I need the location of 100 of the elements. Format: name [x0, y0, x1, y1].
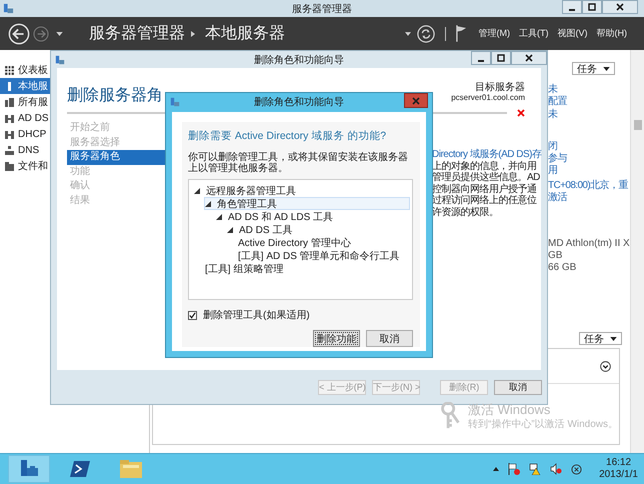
sidebar-item[interactable]: DHCP: [0, 126, 50, 142]
property-value: GB: [548, 250, 564, 262]
tasks-dropdown[interactable]: 任务: [579, 332, 622, 345]
back-icon[interactable]: [8, 22, 30, 44]
error-icon: [517, 109, 525, 117]
window-title: 删除角色和功能向导: [254, 54, 344, 66]
caret-icon: [603, 66, 610, 70]
menu-item[interactable]: 帮助(H): [596, 27, 627, 40]
minimize-button[interactable]: [562, 0, 582, 14]
menu-item[interactable]: 管理(M): [478, 27, 510, 40]
property-link[interactable]: 用: [548, 165, 630, 178]
chevron-icon: [191, 30, 195, 36]
sidebar-item[interactable]: 所有服: [0, 94, 50, 110]
property-value: MD Athlon(tm) II X: [548, 238, 630, 250]
tree-item[interactable]: Active Directory 管理中心: [237, 236, 410, 249]
folder-icon: [120, 460, 142, 478]
description-line: Directory 域服务(AD DS)存: [432, 149, 542, 160]
role-icon: [5, 114, 14, 122]
check-icon: [189, 312, 196, 318]
folder-icon: [5, 162, 14, 170]
maximize-icon: [497, 54, 505, 62]
property-link[interactable]: 参与: [548, 153, 630, 166]
flag-icon[interactable]: [456, 25, 466, 42]
tasks-dropdown[interactable]: 任务: [572, 62, 615, 75]
close-button[interactable]: [511, 51, 547, 65]
cancel-circle-icon[interactable]: [571, 464, 582, 474]
description-line: 过程访问网络上的任意位: [432, 195, 538, 206]
maximize-icon: [588, 3, 596, 11]
caret-icon[interactable]: [56, 32, 63, 36]
tree-item[interactable]: AD DS 和 AD LDS 工具: [215, 210, 410, 223]
expanded-arrow-icon[interactable]: [227, 226, 233, 232]
tree-item[interactable]: 远程服务器管理工具: [193, 184, 410, 197]
flag-icon[interactable]: [508, 463, 520, 475]
caret-icon[interactable]: [404, 32, 410, 36]
property-link[interactable]: 未: [548, 108, 630, 121]
tree-item[interactable]: [工具] 组策略管理: [204, 262, 410, 275]
expanded-arrow-icon[interactable]: [194, 188, 200, 194]
maximize-button[interactable]: [491, 51, 511, 65]
server-icon: [55, 54, 65, 64]
caret-icon: [610, 336, 617, 340]
target-server: pcserver01.cool.com: [451, 93, 525, 102]
activation-title: 激活 Windows: [468, 402, 552, 417]
time-text: 16:12: [606, 457, 632, 469]
description-line: 管理员提供这些信息。AD: [432, 172, 541, 184]
remove-tools-checkbox[interactable]: 删除管理工具(如果适用): [188, 308, 413, 322]
grid-icon: [5, 66, 14, 74]
wizard-button[interactable]: 取消: [494, 380, 542, 394]
close-icon: [412, 96, 420, 104]
dialog-description: 你可以删除管理工具，或将其保留安装在该服务器上以管理其他服务器。: [188, 152, 409, 174]
window-title: 服务器管理器: [292, 2, 352, 16]
dialog-button[interactable]: 取消: [366, 330, 413, 347]
breadcrumb-item: 本地服务器: [205, 24, 285, 44]
property-link[interactable]: 激活: [548, 192, 630, 204]
forward-icon[interactable]: [33, 26, 49, 42]
sidebar-item[interactable]: DNS: [0, 142, 50, 158]
expanded-arrow-icon[interactable]: [205, 200, 211, 206]
server-toolbox-icon: [19, 459, 39, 479]
checkbox-label: 删除管理工具(如果适用): [203, 308, 310, 322]
close-icon: [616, 3, 624, 11]
property-link[interactable]: 配置: [548, 96, 630, 109]
description-line: 上的对象的信息，并向用: [432, 160, 538, 172]
property-link[interactable]: TC+08:00)北京，重: [548, 180, 630, 192]
property-link[interactable]: 闭: [548, 140, 630, 154]
sidebar-item[interactable]: AD DS: [0, 110, 50, 126]
sidebar-item[interactable]: 文件和: [0, 158, 50, 174]
minimize-button[interactable]: [471, 51, 491, 65]
expanded-arrow-icon[interactable]: [216, 214, 222, 220]
server-icon: [5, 82, 14, 90]
tree-item[interactable]: 角色管理工具: [204, 197, 410, 210]
sidebar-item[interactable]: 本地服: [0, 78, 50, 94]
checkbox[interactable]: [188, 310, 197, 320]
close-icon: [525, 54, 533, 62]
menu-item[interactable]: 工具(T): [519, 27, 548, 40]
tree-item[interactable]: [工具] AD DS 管理单元和命令行工具: [237, 249, 410, 262]
taskbar-button[interactable]: [8, 455, 50, 483]
property-link[interactable]: 未: [548, 84, 630, 96]
sidebar-item[interactable]: 仪表板: [0, 62, 50, 78]
key-icon: [440, 402, 460, 430]
network-icon: [5, 146, 14, 154]
menu-item[interactable]: 视图(V): [558, 27, 588, 40]
page-heading: 删除服务器角: [67, 86, 163, 106]
show-hidden-icon[interactable]: [493, 467, 500, 471]
server-icon: [170, 96, 180, 106]
close-button[interactable]: [602, 0, 638, 14]
description-line: 控制器向网络用户授予通: [432, 184, 538, 194]
tree-item[interactable]: AD DS 工具: [226, 223, 410, 236]
expand-icon[interactable]: [600, 360, 611, 372]
refresh-icon[interactable]: [416, 24, 434, 42]
description-line: 许资源的权限。: [432, 206, 500, 218]
speaker-icon[interactable]: [550, 463, 562, 475]
role-icon: [5, 130, 14, 138]
wizard-step[interactable]: 服务器角色: [67, 150, 166, 164]
dialog-button[interactable]: 删除功能: [313, 330, 360, 347]
network-icon[interactable]: [529, 463, 542, 475]
servers-icon: [5, 98, 14, 106]
maximize-button[interactable]: [582, 0, 602, 14]
dialog-question: 删除需要 Active Directory 域服务 的功能?: [188, 129, 388, 143]
clock[interactable]: 16:12 2013/1/1: [599, 457, 638, 481]
scrollbar[interactable]: [630, 50, 644, 453]
breadcrumb-item[interactable]: 服务器管理器: [89, 23, 185, 44]
